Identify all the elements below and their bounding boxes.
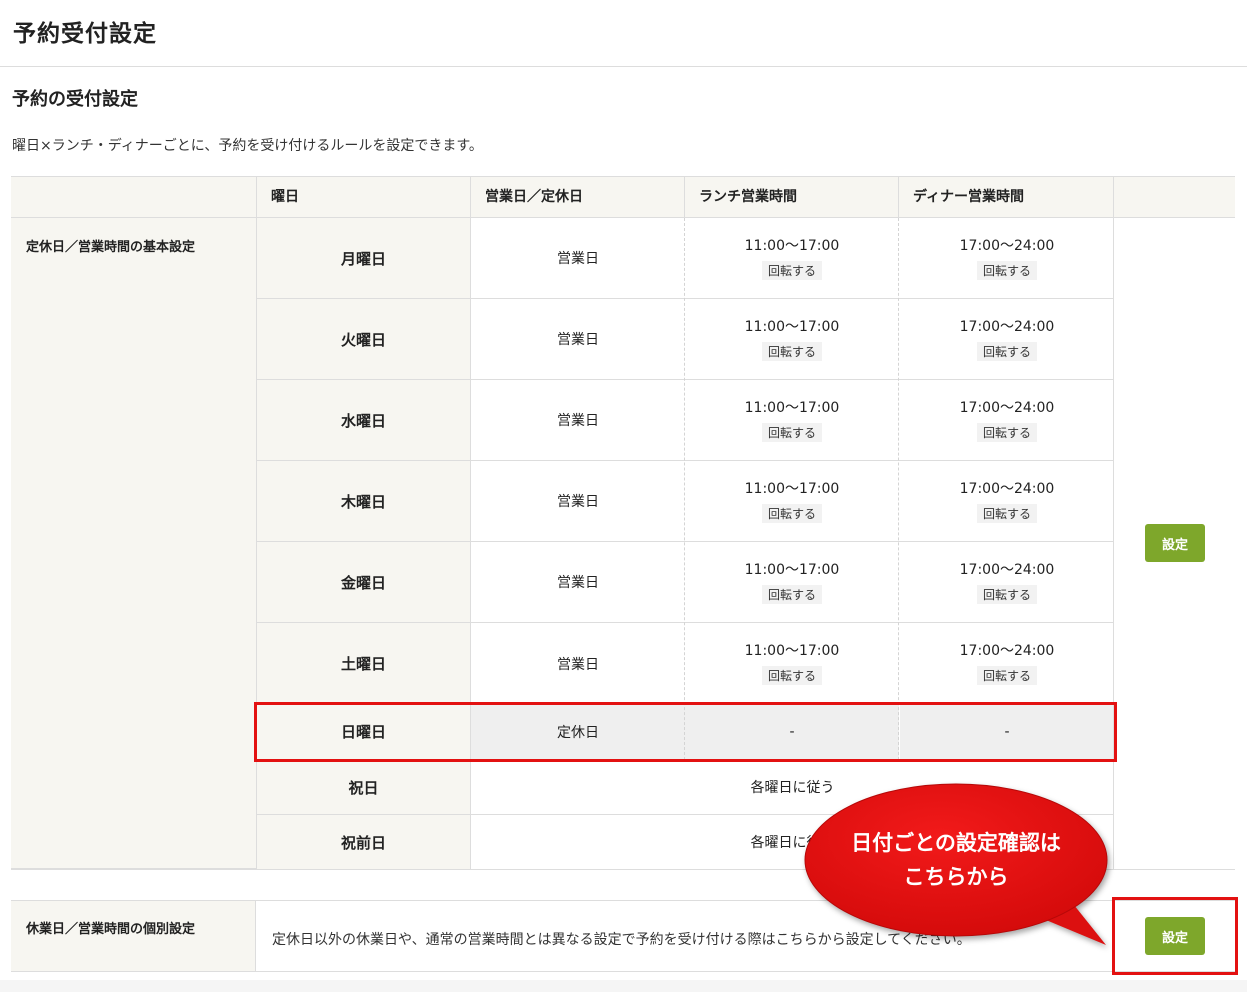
lunch-rotation: 回転する <box>761 585 822 604</box>
lunch-cell: 11:00〜17:00 回転する <box>685 623 899 704</box>
header-day: 曜日 <box>271 189 299 205</box>
day-label: 月曜日 <box>257 218 470 298</box>
table-row: 土曜日 営業日 11:00〜17:00 回転する 17:00〜24:00 回転する <box>257 623 1114 704</box>
individual-settings-text: 定休日以外の休業日や、通常の営業時間とは異なる設定で予約を受け付ける際はこちらか… <box>272 932 971 948</box>
dinner-time: 17:00〜24:00 <box>959 238 1055 254</box>
header-status: 営業日／定休日 <box>485 189 583 205</box>
day-label: 金曜日 <box>257 542 470 622</box>
individual-settings-row: 休業日／営業時間の個別設定 定休日以外の休業日や、通常の営業時間とは異なる設定で… <box>11 900 1235 972</box>
status-cell: 営業日 <box>557 413 599 429</box>
dinner-cell: 17:00〜24:00 回転する <box>900 218 1114 298</box>
dinner-cell: 17:00〜24:00 回転する <box>900 461 1114 541</box>
dinner-rotation: 回転する <box>976 423 1037 442</box>
lunch-cell: 11:00〜17:00 回転する <box>685 218 899 298</box>
button-highlight <box>1112 897 1238 975</box>
lunch-time: 11:00〜17:00 <box>744 319 840 335</box>
dinner-time: 17:00〜24:00 <box>959 319 1055 335</box>
dinner-time: 17:00〜24:00 <box>959 481 1055 497</box>
day-label: 祝日 <box>257 760 470 814</box>
lunch-rotation: 回転する <box>761 423 822 442</box>
dinner-time: 17:00〜24:00 <box>959 562 1055 578</box>
lunch-rotation: 回転する <box>761 666 822 685</box>
dinner-rotation: 回転する <box>976 342 1037 361</box>
section-title: 予約の受付設定 <box>12 89 138 110</box>
day-label: 祝前日 <box>257 815 470 869</box>
lunch-cell: 11:00〜17:00 回転する <box>685 542 899 622</box>
holiday-rule: 各曜日に従う <box>750 780 835 796</box>
day-label: 水曜日 <box>257 380 470 460</box>
dinner-cell: 17:00〜24:00 回転する <box>900 542 1114 622</box>
lunch-time: 11:00〜17:00 <box>744 400 840 416</box>
status-cell: 営業日 <box>557 575 599 591</box>
basic-settings-button[interactable]: 設定 <box>1145 524 1205 562</box>
table-row: 水曜日 営業日 11:00〜17:00 回転する 17:00〜24:00 回転する <box>257 380 1114 461</box>
table-row: 火曜日 営業日 11:00〜17:00 回転する 17:00〜24:00 回転する <box>257 299 1114 380</box>
sunday-highlight <box>254 702 1117 762</box>
dinner-rotation: 回転する <box>976 261 1037 280</box>
status-cell: 営業日 <box>557 656 599 673</box>
lunch-cell: 11:00〜17:00 回転する <box>685 299 899 379</box>
lunch-rotation: 回転する <box>761 342 822 361</box>
table-row: 木曜日 営業日 11:00〜17:00 回転する 17:00〜24:00 回転する <box>257 461 1114 542</box>
table-header: 曜日 営業日／定休日 ランチ営業時間 ディナー営業時間 <box>11 176 1235 218</box>
lunch-rotation: 回転する <box>761 261 822 280</box>
lunch-time: 11:00〜17:00 <box>744 562 840 578</box>
lunch-time: 11:00〜17:00 <box>744 238 840 254</box>
table-row: 月曜日 営業日 11:00〜17:00 回転する 17:00〜24:00 回転する <box>257 218 1114 299</box>
section-description: 曜日×ランチ・ディナーごとに、予約を受け付けるルールを設定できます。 <box>12 138 483 154</box>
dinner-rotation: 回転する <box>976 585 1037 604</box>
lunch-time: 11:00〜17:00 <box>744 481 840 497</box>
header-dinner: ディナー営業時間 <box>913 189 1025 205</box>
lunch-cell: 11:00〜17:00 回転する <box>685 380 899 460</box>
dinner-cell: 17:00〜24:00 回転する <box>900 380 1114 460</box>
dinner-rotation: 回転する <box>976 504 1037 523</box>
dinner-cell: 17:00〜24:00 回転する <box>900 623 1114 704</box>
day-label: 木曜日 <box>257 461 470 541</box>
lunch-rotation: 回転する <box>761 504 822 523</box>
page-title: 予約受付設定 <box>13 21 157 47</box>
dinner-rotation: 回転する <box>976 666 1037 685</box>
status-cell: 営業日 <box>557 494 599 510</box>
day-label: 土曜日 <box>257 623 470 704</box>
basic-settings-panel: 定休日／営業時間の基本設定 <box>11 218 256 869</box>
status-cell: 営業日 <box>557 251 599 267</box>
basic-settings-label: 定休日／営業時間の基本設定 <box>26 240 196 255</box>
header-lunch: ランチ営業時間 <box>699 189 797 205</box>
table-row-holiday: 祝日 各曜日に従う <box>257 760 1114 815</box>
dinner-time: 17:00〜24:00 <box>959 643 1055 659</box>
lunch-time: 11:00〜17:00 <box>744 643 840 659</box>
lunch-cell: 11:00〜17:00 回転する <box>685 461 899 541</box>
day-label: 火曜日 <box>257 299 470 379</box>
table-row: 金曜日 営業日 11:00〜17:00 回転する 17:00〜24:00 回転する <box>257 542 1114 623</box>
individual-settings-label: 休業日／営業時間の個別設定 <box>26 922 196 937</box>
callout-line-2: こちらから <box>903 865 1009 889</box>
dinner-cell: 17:00〜24:00 回転する <box>900 299 1114 379</box>
status-cell: 営業日 <box>557 332 599 348</box>
callout-text: 日付ごとの設定確認は こちらから <box>808 826 1104 894</box>
dinner-time: 17:00〜24:00 <box>959 400 1055 416</box>
callout-line-1: 日付ごとの設定確認は <box>851 831 1061 855</box>
title-divider <box>0 66 1247 67</box>
